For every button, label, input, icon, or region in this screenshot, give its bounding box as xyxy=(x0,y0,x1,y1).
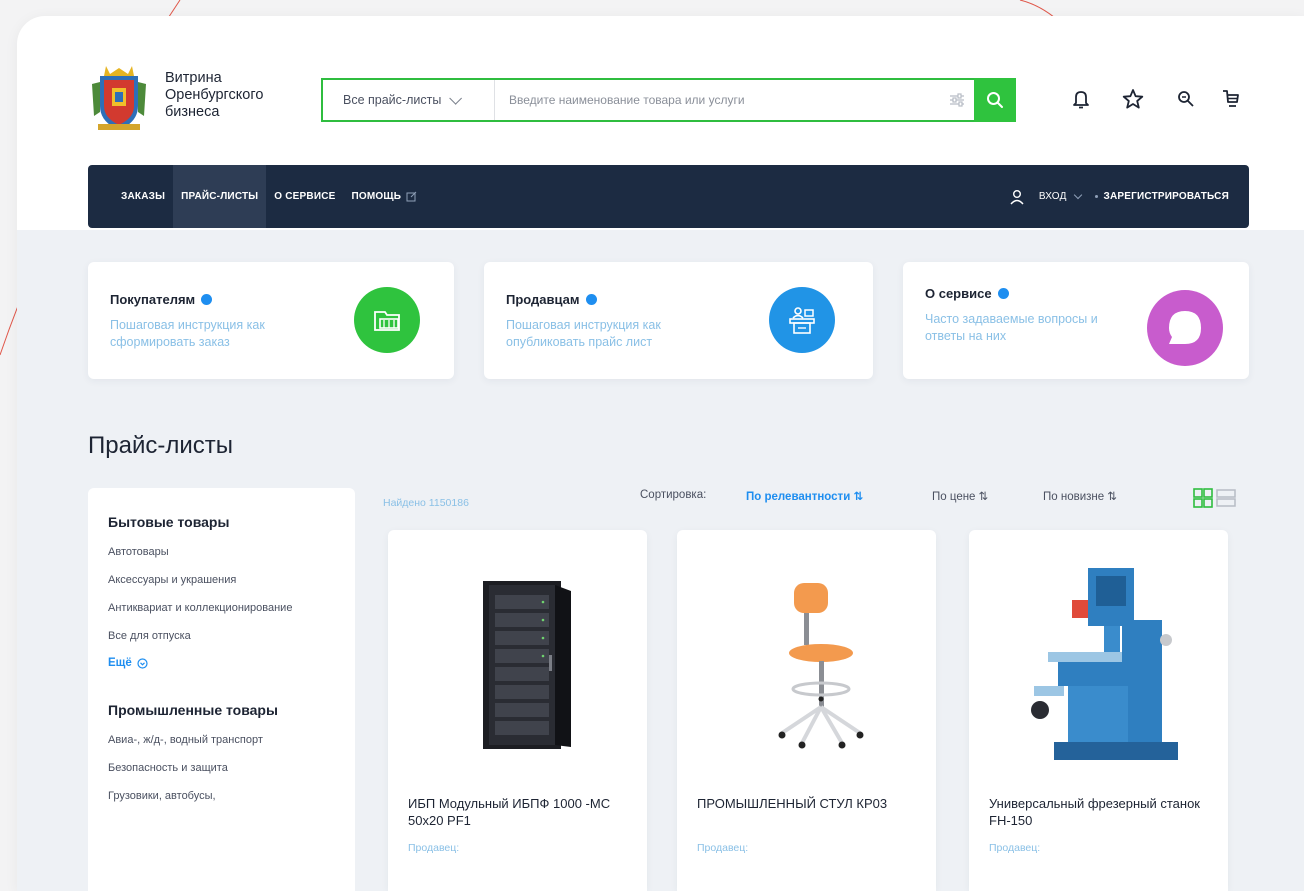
nav-help-label: ПОМОЩЬ xyxy=(351,191,402,202)
info-card-title: Покупателям xyxy=(110,292,213,307)
show-more-link[interactable]: Ещё xyxy=(108,657,355,669)
category-item[interactable]: Антиквариат и коллекционирование xyxy=(108,601,308,616)
sort-label: Сортировка: xyxy=(640,489,707,501)
product-seller-label: Продавец: xyxy=(989,842,1041,854)
grid-view-icon[interactable] xyxy=(1193,488,1213,508)
category-group-title[interactable]: Бытовые товары xyxy=(108,514,355,530)
sort-newest[interactable]: По новизне ⇅ xyxy=(1043,489,1117,503)
product-name[interactable]: ПРОМЫШЛЕННЫЙ СТУЛ КР03 xyxy=(697,795,927,812)
search-input[interactable] xyxy=(495,80,940,120)
sort-relevance[interactable]: По релевантности ⇅ xyxy=(746,489,863,503)
sort-price[interactable]: По цене ⇅ xyxy=(932,489,988,503)
category-item[interactable]: Безопасность и защита xyxy=(108,761,308,776)
info-badge-icon xyxy=(585,294,597,305)
list-view-icon[interactable] xyxy=(1216,488,1236,508)
sort-newest-label: По новизне xyxy=(1043,491,1105,503)
nav-item-about[interactable]: О СЕРВИСЕ xyxy=(266,165,343,228)
sort-arrow-icon: ⇅ xyxy=(853,491,864,503)
info-card-subtitle: Пошаговая инструкция как сформировать за… xyxy=(110,318,265,349)
nav-item-pricelists[interactable]: ПРАЙС-ЛИСТЫ xyxy=(173,165,267,228)
search-button[interactable] xyxy=(974,78,1016,122)
product-seller-label: Продавец: xyxy=(697,842,749,854)
info-card-title-text: О сервисе xyxy=(925,286,992,301)
info-card-buyers[interactable]: Покупателям Пошаговая инструкция как сфо… xyxy=(88,262,454,379)
chevron-down-icon xyxy=(1073,190,1082,200)
chat-bubble-icon xyxy=(1147,290,1223,366)
info-card-title-text: Покупателям xyxy=(110,292,196,307)
register-link[interactable]: ЗАРЕГИСТРИРОВАТЬСЯ xyxy=(1094,191,1229,202)
brand-line-2: Оренбургского xyxy=(165,87,264,103)
sort-relevance-label: По релевантности xyxy=(746,491,851,503)
register-label: ЗАРЕГИСТРИРОВАТЬСЯ xyxy=(1103,191,1229,202)
nav-item-help[interactable]: ПОМОЩЬ xyxy=(344,165,426,228)
category-select-value: Все прайс-листы xyxy=(343,93,442,107)
chevron-circle-icon xyxy=(137,657,148,669)
page-title: Прайс-листы xyxy=(88,432,233,459)
category-item[interactable]: Грузовики, автобусы, xyxy=(108,789,308,804)
bell-icon[interactable] xyxy=(1068,86,1094,112)
brand-line-3: бизнеса xyxy=(165,104,220,120)
category-item[interactable]: Все для отпуска xyxy=(108,629,308,644)
product-card[interactable]: ПРОМЫШЛЕННЫЙ СТУЛ КР03 Продавец: xyxy=(677,530,936,891)
nav-item-orders[interactable]: ЗАКАЗЫ xyxy=(113,165,173,228)
login-link[interactable]: ВХОД xyxy=(1038,190,1082,202)
external-link-icon xyxy=(406,191,417,202)
cart-icon[interactable] xyxy=(1218,86,1244,112)
main-navbar: ЗАКАЗЫ ПРАЙС-ЛИСТЫ О СЕРВИСЕ ПОМОЩЬ ВХОД… xyxy=(88,165,1249,228)
show-more-label: Ещё xyxy=(108,657,132,669)
pricelist-category-select[interactable]: Все прайс-листы xyxy=(323,80,495,120)
search-bar: Все прайс-листы xyxy=(321,78,1016,122)
info-card-title-text: Продавцам xyxy=(506,292,580,307)
search-icon xyxy=(987,92,1003,108)
ups-cabinet-image xyxy=(388,550,647,780)
filter-sliders-icon[interactable] xyxy=(940,80,974,120)
auth-links: ВХОД ЗАРЕГИСТРИРОВАТЬСЯ xyxy=(1009,189,1249,205)
coat-of-arms-logo[interactable] xyxy=(90,62,148,132)
chevron-down-icon xyxy=(449,91,463,105)
info-badge-icon xyxy=(201,294,213,305)
login-label: ВХОД xyxy=(1038,191,1067,202)
info-badge-icon xyxy=(997,288,1009,299)
milling-machine-image xyxy=(969,550,1228,780)
results-count: Найдено 1150186 xyxy=(383,497,469,509)
brand-name[interactable]: Витрина Оренбургского бизнеса xyxy=(165,70,305,121)
product-card[interactable]: ИБП Модульный ИБПФ 1000 -МС 50х20 PF1 Пр… xyxy=(388,530,647,891)
info-card-title: Продавцам xyxy=(506,292,597,307)
industrial-chair-image xyxy=(677,550,936,780)
brand-line-1: Витрина xyxy=(165,70,222,86)
info-card-subtitle: Пошаговая инструкция как опубликовать пр… xyxy=(506,318,661,349)
product-name[interactable]: Универсальный фрезерный станок FH-150 xyxy=(989,795,1219,829)
info-card-subtitle: Часто задаваемые вопросы и ответы на них xyxy=(925,312,1098,343)
product-seller-label: Продавец: xyxy=(408,842,460,854)
category-group-title[interactable]: Промышленные товары xyxy=(108,702,355,718)
page-frame: Витрина Оренбургского бизнеса Все прайс-… xyxy=(17,16,1304,891)
sort-price-label: По цене xyxy=(932,491,976,503)
category-item[interactable]: Авиа-, ж/д-, водный транспорт xyxy=(108,733,308,748)
info-card-about[interactable]: О сервисе Часто задаваемые вопросы и отв… xyxy=(903,262,1249,379)
product-name[interactable]: ИБП Модульный ИБПФ 1000 -МС 50х20 PF1 xyxy=(408,795,638,829)
compare-icon[interactable] xyxy=(1173,86,1199,112)
seller-desk-icon xyxy=(769,287,835,353)
user-icon xyxy=(1010,189,1024,204)
star-icon[interactable] xyxy=(1120,86,1146,112)
category-item[interactable]: Аксессуары и украшения xyxy=(108,573,308,588)
category-sidebar: Бытовые товары Автотовары Аксессуары и у… xyxy=(88,488,355,891)
basket-icon xyxy=(354,287,420,353)
info-card-sellers[interactable]: Продавцам Пошаговая инструкция как опубл… xyxy=(484,262,873,379)
info-card-title: О сервисе xyxy=(925,286,1009,301)
product-card[interactable]: Универсальный фрезерный станок FH-150 Пр… xyxy=(969,530,1228,891)
separator-dot xyxy=(1094,195,1098,198)
category-item[interactable]: Автотовары xyxy=(108,545,308,560)
sort-arrow-icon: ⇅ xyxy=(978,491,989,503)
sort-arrow-icon: ⇅ xyxy=(1107,491,1117,503)
